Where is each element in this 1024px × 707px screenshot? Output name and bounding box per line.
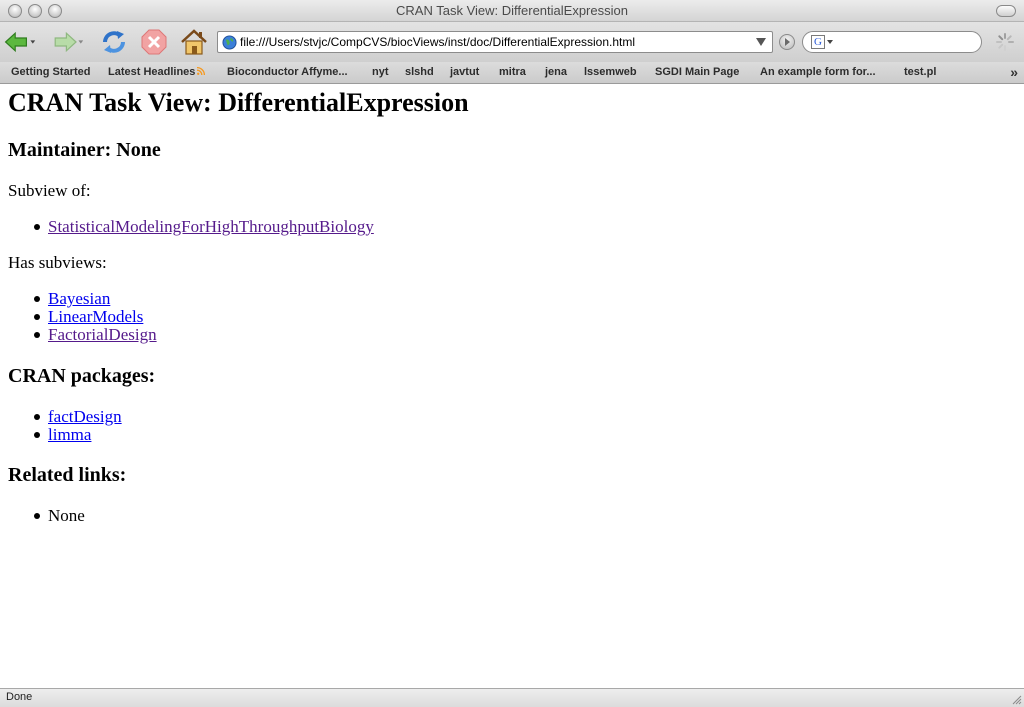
bookmark-getting-started[interactable]: Getting Started: [11, 66, 90, 78]
bookmark-lssemweb[interactable]: lssemweb: [584, 66, 637, 78]
toolbar-toggle-button[interactable]: [996, 5, 1016, 17]
bookmark-sgdi-main-page[interactable]: SGDI Main Page: [655, 66, 739, 78]
reload-icon: [103, 31, 125, 53]
page-content: CRAN Task View: DifferentialExpression M…: [0, 85, 1024, 688]
globe-icon: [222, 35, 237, 50]
forward-button[interactable]: [52, 26, 84, 58]
search-box[interactable]: G: [802, 31, 982, 53]
bookmarks-toolbar: Getting Started Latest Headlines Biocond…: [0, 62, 1024, 84]
related-links-list: None: [34, 506, 85, 525]
url-text[interactable]: file:///Users/stvjc/CompCVS/biocViews/in…: [240, 35, 635, 49]
link-factorial-design[interactable]: FactorialDesign: [48, 325, 157, 344]
resize-grip-icon[interactable]: [1010, 693, 1022, 705]
address-bar[interactable]: file:///Users/stvjc/CompCVS/biocViews/in…: [217, 31, 773, 53]
bookmark-slshd[interactable]: slshd: [405, 66, 434, 78]
subview-of-label: Subview of:: [8, 181, 91, 200]
back-button[interactable]: [4, 26, 36, 58]
bookmark-javtut[interactable]: javtut: [450, 66, 479, 78]
bookmark-nyt[interactable]: nyt: [372, 66, 389, 78]
home-icon: [181, 29, 207, 55]
list-item: LinearModels: [34, 307, 157, 326]
window-title: CRAN Task View: DifferentialExpression: [396, 3, 628, 18]
bookmark-example-form[interactable]: An example form for...: [760, 66, 876, 78]
list-item: limma: [34, 425, 122, 444]
page-title: CRAN Task View: DifferentialExpression: [8, 88, 469, 117]
stop-icon: [141, 29, 167, 55]
link-statistical-modeling[interactable]: StatisticalModelingForHighThroughputBiol…: [48, 217, 374, 236]
search-engine-icon[interactable]: G: [811, 35, 825, 49]
search-engine-dropdown-icon[interactable]: [827, 40, 833, 44]
list-item: None: [34, 506, 85, 525]
list-item: Bayesian: [34, 289, 157, 308]
url-history-dropdown-icon[interactable]: [756, 38, 766, 46]
stop-button[interactable]: [138, 26, 170, 58]
has-subviews-list: Bayesian LinearModels FactorialDesign: [34, 289, 157, 344]
bookmarks-overflow-chevron-icon[interactable]: »: [1010, 64, 1018, 80]
bookmark-mitra[interactable]: mitra: [499, 66, 526, 78]
subview-of-list: StatisticalModelingForHighThroughputBiol…: [34, 217, 374, 236]
go-button[interactable]: [779, 34, 795, 50]
has-subviews-label: Has subviews:: [8, 253, 107, 272]
window-titlebar: CRAN Task View: DifferentialExpression: [0, 0, 1024, 22]
list-item: FactorialDesign: [34, 325, 157, 344]
bookmark-label: Latest Headlines: [108, 66, 196, 78]
related-links-heading: Related links:: [8, 464, 127, 486]
list-item: StatisticalModelingForHighThroughputBiol…: [34, 217, 374, 236]
link-bayesian[interactable]: Bayesian: [48, 289, 110, 308]
bookmark-bioconductor-affymetrix[interactable]: Bioconductor Affyme...: [227, 66, 348, 78]
status-text: Done: [6, 691, 33, 703]
link-limma[interactable]: limma: [48, 425, 91, 444]
bookmark-test-pl[interactable]: test.pl: [904, 66, 936, 78]
cran-packages-heading: CRAN packages:: [8, 365, 156, 387]
rss-icon: [197, 67, 206, 75]
back-arrow-icon: [4, 31, 36, 53]
loading-throbber-icon: [996, 33, 1014, 51]
bookmark-jena[interactable]: jena: [545, 66, 567, 78]
cran-packages-list: factDesign limma: [34, 407, 122, 444]
reload-button[interactable]: [98, 26, 130, 58]
link-linear-models[interactable]: LinearModels: [48, 307, 143, 326]
forward-arrow-icon: [54, 31, 84, 53]
bookmark-latest-headlines[interactable]: Latest Headlines: [108, 66, 206, 78]
link-factdesign[interactable]: factDesign: [48, 407, 122, 426]
home-button[interactable]: [178, 26, 210, 58]
maintainer-heading: Maintainer: None: [8, 139, 161, 161]
status-bar: Done: [0, 688, 1024, 707]
list-item: factDesign: [34, 407, 122, 426]
